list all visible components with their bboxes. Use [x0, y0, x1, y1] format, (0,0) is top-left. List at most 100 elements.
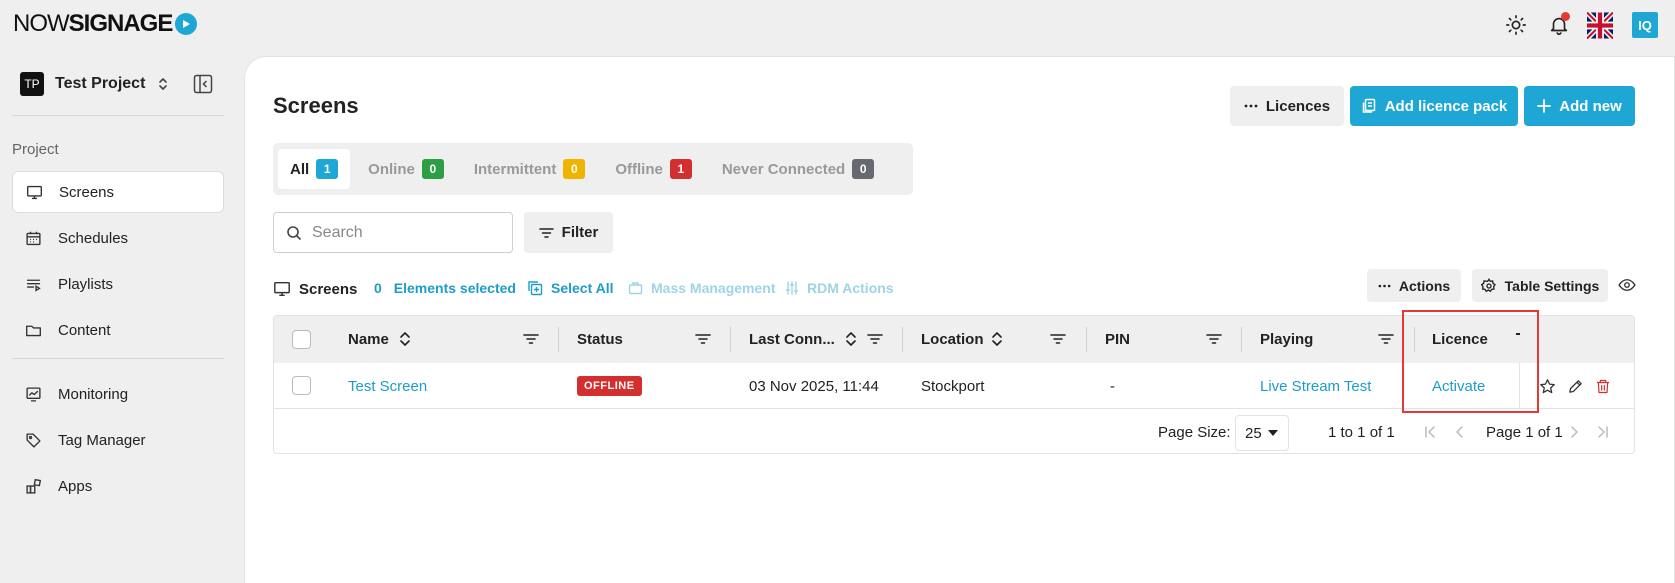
- sort-icon[interactable]: [399, 331, 411, 347]
- sidebar-item-apps[interactable]: Apps: [12, 465, 224, 507]
- folder-icon: [24, 321, 42, 339]
- add-new-label: Add new: [1559, 97, 1622, 115]
- licence-pack-icon: [1362, 98, 1375, 113]
- column-header-name[interactable]: Name: [348, 316, 389, 363]
- add-licence-pack-label: Add licence pack: [1384, 97, 1508, 115]
- column-separator: [730, 327, 731, 352]
- notification-dot: [1561, 12, 1570, 21]
- column-separator: [558, 327, 559, 352]
- column-filter-icon[interactable]: [523, 333, 539, 345]
- licences-button[interactable]: Licences: [1230, 86, 1344, 126]
- collapse-sidebar-icon[interactable]: [193, 74, 213, 94]
- elements-selected-label: Elements selected: [393, 280, 516, 296]
- add-new-button[interactable]: Add new: [1524, 86, 1635, 126]
- tab-intermittent[interactable]: Intermittent 0: [462, 149, 598, 189]
- user-avatar[interactable]: IQ: [1632, 12, 1658, 38]
- column-filter-icon[interactable]: [867, 333, 883, 345]
- status-tabs: All 1 Online 0 Intermittent 0 Offline 1 …: [273, 143, 913, 195]
- page-title: Screens: [273, 93, 359, 118]
- tab-online[interactable]: Online 0: [356, 149, 456, 189]
- mass-management-button[interactable]: Mass Management: [628, 280, 775, 296]
- pin-cell: -: [1110, 377, 1115, 395]
- column-filter-icon[interactable]: [1378, 333, 1394, 345]
- page-size-select[interactable]: 25: [1235, 415, 1289, 451]
- page-size-value: 25: [1245, 424, 1262, 442]
- column-header-playing[interactable]: Playing: [1260, 316, 1313, 363]
- table-settings-button[interactable]: Table Settings: [1472, 269, 1608, 302]
- column-header-last-connected[interactable]: Last Conn...: [749, 316, 835, 363]
- tab-count-badge: 0: [421, 159, 444, 179]
- monitor-icon: [274, 281, 290, 297]
- plus-icon: [1537, 99, 1552, 113]
- playing-link[interactable]: Live Stream Test: [1260, 363, 1371, 409]
- column-header-status[interactable]: Status: [577, 316, 623, 363]
- tab-offline[interactable]: Offline 1: [603, 149, 704, 189]
- column-label: Name: [348, 331, 389, 348]
- tab-label: All: [290, 160, 310, 178]
- search-input[interactable]: [312, 223, 492, 242]
- sidebar-item-monitoring[interactable]: Monitoring: [12, 373, 224, 415]
- rdm-actions-button[interactable]: RDM Actions: [785, 280, 894, 296]
- next-page-icon[interactable]: [1570, 409, 1578, 453]
- playlist-icon: [24, 275, 42, 293]
- sidebar-item-playlists[interactable]: Playlists: [12, 263, 224, 305]
- delete-trash-icon[interactable]: [1595, 363, 1611, 409]
- edit-pencil-icon[interactable]: [1567, 363, 1584, 409]
- search-box[interactable]: [273, 212, 513, 253]
- sidebar-divider: [12, 115, 224, 116]
- uk-flag-language-icon[interactable]: [1587, 11, 1613, 39]
- sidebar-item-label: Playlists: [58, 275, 114, 293]
- previous-page-icon[interactable]: [1456, 409, 1464, 453]
- column-label: Location: [921, 331, 984, 348]
- column-header-location[interactable]: Location: [921, 316, 984, 363]
- nowsignage-logo[interactable]: NOW SIGNAGE: [13, 10, 198, 38]
- column-filter-icon[interactable]: [695, 333, 711, 345]
- tab-all[interactable]: All 1: [278, 149, 351, 189]
- sort-icon[interactable]: [845, 331, 857, 347]
- logo-text-bold: SIGNAGE: [68, 10, 174, 37]
- select-all-checkbox[interactable]: [292, 330, 311, 349]
- select-all-button[interactable]: Select All: [527, 280, 614, 296]
- pagination-range: 1 to 1 of 1: [1328, 423, 1395, 441]
- eye-icon[interactable]: [1618, 276, 1636, 294]
- first-page-icon[interactable]: [1424, 409, 1436, 453]
- add-licence-pack-button[interactable]: Add licence pack: [1350, 86, 1518, 126]
- sidebar-item-tag-manager[interactable]: Tag Manager: [12, 419, 224, 461]
- actions-button[interactable]: Actions: [1367, 269, 1461, 302]
- column-separator: [1241, 327, 1242, 352]
- screen-name-link[interactable]: Test Screen: [348, 363, 427, 409]
- last-page-icon[interactable]: [1597, 409, 1609, 453]
- filter-button-label: Filter: [561, 224, 599, 241]
- sidebar-item-label: Schedules: [58, 229, 129, 247]
- tab-count-badge: 1: [316, 159, 339, 179]
- sidebar-item-screens[interactable]: Screens: [12, 171, 224, 213]
- sidebar-item-content[interactable]: Content: [12, 309, 224, 351]
- star-icon[interactable]: [1539, 363, 1556, 409]
- sidebar-item-label: Content: [58, 321, 111, 339]
- sidebar-item-schedules[interactable]: Schedules: [12, 217, 224, 259]
- sidebar-item-label: Screens: [59, 183, 115, 201]
- tag-icon: [24, 431, 42, 449]
- notifications-bell-icon[interactable]: [1546, 12, 1572, 38]
- briefcase-icon: [628, 282, 643, 295]
- selected-count: 0: [374, 280, 382, 296]
- theme-toggle-sun-icon[interactable]: [1503, 12, 1529, 38]
- sort-icon[interactable]: [991, 331, 1003, 347]
- tab-count-badge: 1: [669, 159, 692, 179]
- column-filter-icon[interactable]: [1206, 333, 1222, 345]
- tab-never-connected[interactable]: Never Connected 0: [710, 149, 886, 189]
- filter-button[interactable]: Filter: [524, 212, 613, 253]
- sidebar-item-label: Tag Manager: [58, 431, 146, 449]
- column-filter-icon[interactable]: [1050, 333, 1066, 345]
- tab-count-badge: 0: [563, 159, 586, 179]
- row-checkbox[interactable]: [292, 376, 311, 395]
- apps-icon: [24, 477, 42, 495]
- screens-heading: Screens: [273, 280, 357, 298]
- licence-column-highlight: [1402, 310, 1539, 413]
- table-settings-label: Table Settings: [1504, 277, 1600, 294]
- column-header-pin[interactable]: PIN: [1105, 316, 1130, 363]
- screens-heading-label: Screens: [299, 280, 358, 298]
- column-label: PIN: [1105, 331, 1131, 348]
- chevron-up-down-icon[interactable]: [157, 77, 169, 91]
- project-selector[interactable]: TP Test Project: [20, 72, 145, 96]
